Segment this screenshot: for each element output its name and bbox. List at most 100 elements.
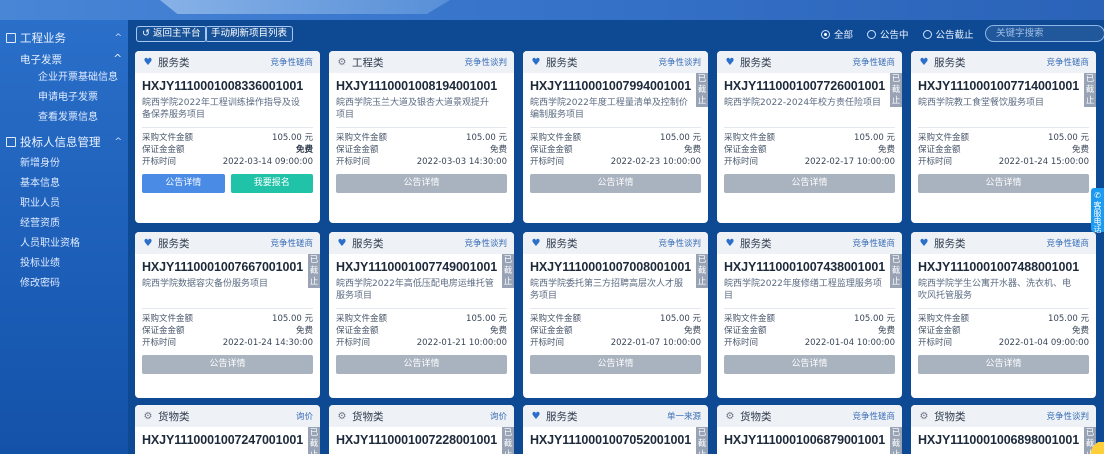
- project-card[interactable]: ♥ 服务类 竞争性磋商 HXJY1110001008336001001 皖西学院…: [135, 51, 320, 223]
- closed-stamp: 已截止: [696, 73, 708, 107]
- project-card[interactable]: ⚙ 工程类 竞争性谈判 HXJY1110001008194001001 皖西学院…: [329, 51, 514, 223]
- project-name: 皖西学院教工食堂餐饮服务项目: [918, 98, 1045, 108]
- card-body: HXJY1110001007994001001 已截止 皖西学院2022年度工程量…: [523, 73, 708, 193]
- sidebar-item-invoice-info[interactable]: 企业开票基础信息: [0, 68, 128, 88]
- project-code: HXJY1110001006879001001: [724, 433, 886, 447]
- project-card[interactable]: ♥ 服务类 竞争性谈判 HXJY1110001007749001001 已截止 皖…: [329, 232, 514, 398]
- deposit-value: 免费: [295, 326, 313, 336]
- category-label: 服务类: [546, 56, 578, 69]
- closed-stamp: 已截止: [502, 427, 514, 454]
- filter-closed[interactable]: 公告截止: [922, 27, 974, 41]
- project-name: 皖西学院2022年度修缮工程监理服务项目: [724, 279, 882, 301]
- project-card[interactable]: ⚙ 货物类 竞争性谈判 HXJY1110001006898001001已截止: [911, 405, 1096, 454]
- announcement-detail-button[interactable]: 公告详情: [724, 174, 895, 193]
- deposit-row: 保证金金额 免费: [336, 144, 507, 156]
- deposit-value: 免费: [877, 145, 895, 155]
- open-time-value: 2022-01-04 09:00:00: [998, 338, 1089, 348]
- project-card[interactable]: ♥ 服务类 单一来源 HXJY1110001007052001001 已截止: [523, 405, 708, 454]
- refresh-list-button[interactable]: 手动刷新项目列表: [205, 26, 294, 42]
- card-actions: 公告详情: [918, 355, 1089, 374]
- announcement-detail-button[interactable]: 公告详情: [336, 355, 507, 374]
- category-label: 服务类: [546, 237, 578, 250]
- project-card[interactable]: ⚙ 货物类 询价 HXJY1110001007247001001 已截止: [135, 405, 320, 454]
- sidebar-group-engineering[interactable]: 工程业务 ^: [0, 26, 128, 50]
- project-card[interactable]: ♥ 服务类 竞争性磋商 HXJY1110001007488001001 皖西学院…: [911, 232, 1096, 398]
- deposit-value: 免费: [295, 145, 313, 155]
- sidebar-item-basic-info[interactable]: 基本信息: [0, 174, 128, 194]
- project-code: HXJY1110001007488001001: [918, 260, 1080, 274]
- card-body: HXJY1110001007749001001 已截止 皖西学院2022年高低压配…: [329, 254, 514, 374]
- deposit-label: 保证金金额: [142, 326, 185, 336]
- announcement-detail-button[interactable]: 公告详情: [918, 355, 1089, 374]
- sidebar-item-staff[interactable]: 职业人员: [0, 194, 128, 214]
- purchase-fee-value: 105.00 元: [1048, 133, 1089, 143]
- announcement-detail-button[interactable]: 公告详情: [142, 355, 313, 374]
- sidebar-subgroup-label: 电子发票: [20, 53, 62, 66]
- project-card[interactable]: ♥ 服务类 竞争性磋商 HXJY1110001007667001001 已截止 皖…: [135, 232, 320, 398]
- sidebar-item-apply-invoice[interactable]: 申请电子发票: [0, 88, 128, 108]
- filter-all[interactable]: 全部: [821, 27, 853, 41]
- sidebar-item-qualification[interactable]: 经营资质: [0, 214, 128, 234]
- open-time-value: 2022-03-14 09:00:00: [222, 157, 313, 167]
- project-card[interactable]: ♥ 服务类 竞争性磋商 HXJY1110001007726001001 已截止 皖…: [717, 51, 902, 223]
- project-card[interactable]: ♥ 服务类 竞争性磋商 HXJY1110001007714001001 已截止 皖…: [911, 51, 1096, 223]
- open-time-value: 2022-03-03 14:30:00: [416, 157, 507, 167]
- announcement-detail-button[interactable]: 公告详情: [530, 174, 701, 193]
- purchase-fee-row: 采购文件金额 105.00 元: [918, 132, 1089, 144]
- deposit-value: 免费: [1071, 145, 1089, 155]
- sidebar-item-staff-qualification[interactable]: 人员职业资格: [0, 234, 128, 254]
- purchase-fee-label: 采购文件金额: [918, 133, 970, 143]
- card-actions: 公告详情: [530, 355, 701, 374]
- heart-icon: ♥: [143, 237, 153, 249]
- card-actions: 公告详情: [918, 174, 1089, 193]
- category-label: 货物类: [158, 410, 190, 423]
- announcement-detail-button[interactable]: 公告详情: [142, 174, 225, 193]
- announcement-detail-button[interactable]: 公告详情: [336, 174, 507, 193]
- sidebar-subgroup-invoice[interactable]: 电子发票 ^: [0, 50, 128, 68]
- project-card[interactable]: ⚙ 货物类 竞争性磋商 HXJY1110001006879001001 已截止: [717, 405, 902, 454]
- project-name: 皖西学院玉兰大道及银杏大道景观提升项目: [336, 98, 490, 120]
- sidebar-group-bidder[interactable]: 投标人信息管理 ^: [0, 130, 128, 154]
- open-time-value: 2022-01-07 10:00:00: [610, 338, 701, 348]
- project-card[interactable]: ♥ 服务类 竞争性谈判 HXJY1110001007008001001 已截止 皖…: [523, 232, 708, 398]
- announcement-detail-button[interactable]: 公告详情: [530, 355, 701, 374]
- sidebar-item-change-password[interactable]: 修改密码: [0, 274, 128, 294]
- procurement-method: 竞争性谈判: [464, 239, 507, 249]
- card-header: ♥ 服务类 竞争性谈判: [329, 232, 514, 254]
- announcement-detail-button[interactable]: 公告详情: [918, 174, 1089, 193]
- sidebar-item-performance[interactable]: 投标业绩: [0, 254, 128, 274]
- open-time-label: 开标时间: [336, 157, 371, 167]
- search-input[interactable]: 关键字搜索: [985, 25, 1104, 42]
- gear-icon: ⚙: [919, 410, 929, 422]
- announcement-detail-button[interactable]: 公告详情: [724, 355, 895, 374]
- customer-service-label: 客服电话: [1093, 201, 1102, 233]
- purchase-fee-label: 采购文件金额: [724, 133, 776, 143]
- deposit-row: 保证金金额 免费: [918, 144, 1089, 156]
- card-body: HXJY1110001008194001001 皖西学院玉兰大道及银杏大道景观提…: [329, 73, 514, 193]
- card-header: ⚙ 货物类 竞争性谈判: [911, 405, 1096, 427]
- category-label: 服务类: [934, 237, 966, 250]
- purchase-fee-value: 105.00 元: [466, 133, 507, 143]
- purchase-fee-label: 采购文件金额: [142, 314, 194, 324]
- card-body: HXJY1110001007488001001 皖西学院学生公寓开水器、洗衣机、…: [911, 254, 1096, 374]
- filter-announcing[interactable]: 公告中: [867, 27, 909, 41]
- card-body: HXJY1110001007438001001 已截止 皖西学院2022年度修缮工…: [717, 254, 902, 374]
- purchase-fee-row: 采购文件金额 105.00 元: [724, 313, 895, 325]
- back-to-platform-button[interactable]: ↺ 返回主平台: [136, 26, 207, 42]
- sidebar-item-add-identity[interactable]: 新增身份: [0, 154, 128, 174]
- project-card[interactable]: ♥ 服务类 竞争性谈判 HXJY1110001007994001001 已截止 皖…: [523, 51, 708, 223]
- signup-button[interactable]: 我要报名: [230, 174, 313, 193]
- purchase-fee-row: 采购文件金额 105.00 元: [336, 132, 507, 144]
- project-card[interactable]: ⚙ 货物类 询价 HXJY1110001007228001001 已截止: [329, 405, 514, 454]
- sidebar-group-label: 工程业务: [20, 31, 66, 45]
- closed-stamp: 已截止: [502, 254, 514, 288]
- open-time-label: 开标时间: [724, 338, 759, 348]
- project-card[interactable]: ♥ 服务类 竞争性磋商 HXJY1110001007438001001 已截止 皖…: [717, 232, 902, 398]
- purchase-fee-label: 采购文件金额: [724, 314, 776, 324]
- card-header: ♥ 服务类 竞争性磋商: [911, 232, 1096, 254]
- deposit-row: 保证金金额 免费: [530, 325, 701, 337]
- project-code: HXJY1110001007228001001: [336, 433, 498, 447]
- customer-service-tab[interactable]: ✆ 客服电话: [1091, 188, 1104, 233]
- open-time-row: 开标时间 2022-01-04 09:00:00: [918, 337, 1089, 349]
- sidebar-item-view-invoice[interactable]: 查看发票信息: [0, 108, 128, 128]
